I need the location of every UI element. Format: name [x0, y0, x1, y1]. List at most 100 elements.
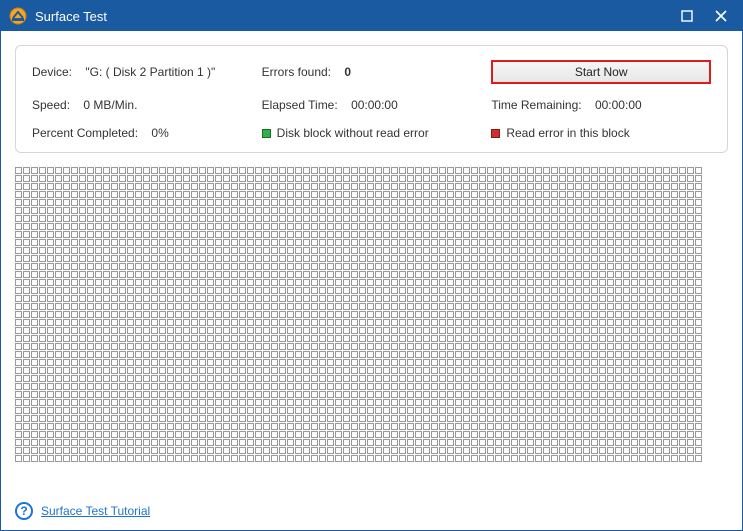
- disk-block: [239, 431, 246, 438]
- help-icon[interactable]: ?: [15, 502, 33, 520]
- disk-block: [663, 367, 670, 374]
- disk-block: [231, 279, 238, 286]
- disk-block: [431, 359, 438, 366]
- disk-block: [335, 279, 342, 286]
- disk-block: [223, 351, 230, 358]
- disk-block: [247, 351, 254, 358]
- disk-block: [383, 431, 390, 438]
- disk-block: [455, 287, 462, 294]
- disk-block: [367, 327, 374, 334]
- disk-block: [255, 431, 262, 438]
- disk-block: [503, 319, 510, 326]
- disk-block: [39, 311, 46, 318]
- disk-block: [23, 255, 30, 262]
- disk-block: [271, 319, 278, 326]
- disk-block: [327, 175, 334, 182]
- disk-block: [239, 303, 246, 310]
- disk-block: [71, 223, 78, 230]
- disk-block: [215, 391, 222, 398]
- disk-block: [471, 399, 478, 406]
- tutorial-link[interactable]: Surface Test Tutorial: [41, 504, 150, 518]
- disk-block: [607, 391, 614, 398]
- disk-block: [255, 295, 262, 302]
- disk-block: [71, 399, 78, 406]
- disk-block: [487, 375, 494, 382]
- titlebar[interactable]: Surface Test: [1, 1, 742, 31]
- disk-block: [95, 279, 102, 286]
- disk-block: [399, 359, 406, 366]
- disk-block: [559, 231, 566, 238]
- disk-block: [335, 367, 342, 374]
- disk-block: [583, 391, 590, 398]
- disk-block: [111, 287, 118, 294]
- disk-block: [631, 407, 638, 414]
- disk-block: [199, 175, 206, 182]
- disk-block: [631, 311, 638, 318]
- disk-block: [255, 335, 262, 342]
- disk-block: [551, 335, 558, 342]
- disk-block: [215, 175, 222, 182]
- disk-block: [583, 247, 590, 254]
- disk-block: [511, 383, 518, 390]
- disk-block: [327, 191, 334, 198]
- disk-block: [119, 351, 126, 358]
- disk-block: [167, 223, 174, 230]
- disk-block: [311, 279, 318, 286]
- disk-block: [55, 423, 62, 430]
- remaining-value: 00:00:00: [595, 98, 642, 112]
- disk-block: [127, 399, 134, 406]
- disk-block: [263, 455, 270, 462]
- disk-block: [639, 175, 646, 182]
- disk-block: [343, 407, 350, 414]
- maximize-button[interactable]: [670, 4, 704, 28]
- disk-block: [631, 199, 638, 206]
- disk-block: [391, 423, 398, 430]
- disk-block: [71, 207, 78, 214]
- start-now-button[interactable]: Start Now: [491, 60, 711, 84]
- disk-block: [575, 335, 582, 342]
- disk-block: [591, 263, 598, 270]
- disk-block: [575, 399, 582, 406]
- disk-block: [343, 423, 350, 430]
- disk-block: [119, 455, 126, 462]
- disk-block: [287, 447, 294, 454]
- disk-block: [39, 175, 46, 182]
- disk-block: [175, 311, 182, 318]
- disk-block: [327, 295, 334, 302]
- disk-block: [23, 303, 30, 310]
- disk-block: [479, 447, 486, 454]
- disk-block: [471, 271, 478, 278]
- disk-block: [623, 447, 630, 454]
- disk-block: [455, 415, 462, 422]
- disk-block: [63, 215, 70, 222]
- disk-block: [255, 223, 262, 230]
- disk-block: [247, 391, 254, 398]
- disk-block: [647, 231, 654, 238]
- info-panel: Device: "G: ( Disk 2 Partition 1 )" Erro…: [15, 45, 728, 153]
- disk-block: [343, 447, 350, 454]
- disk-block: [103, 279, 110, 286]
- disk-block: [143, 367, 150, 374]
- disk-block: [663, 239, 670, 246]
- disk-block: [407, 207, 414, 214]
- disk-block: [695, 183, 702, 190]
- disk-block: [527, 367, 534, 374]
- disk-block: [207, 319, 214, 326]
- disk-block: [479, 407, 486, 414]
- disk-block: [455, 263, 462, 270]
- disk-block: [119, 255, 126, 262]
- disk-block: [375, 391, 382, 398]
- disk-block: [439, 279, 446, 286]
- disk-block: [551, 287, 558, 294]
- disk-block: [463, 383, 470, 390]
- disk-block: [311, 239, 318, 246]
- disk-block: [415, 311, 422, 318]
- disk-block: [431, 375, 438, 382]
- disk-block: [599, 343, 606, 350]
- close-button[interactable]: [704, 4, 738, 28]
- disk-block: [287, 439, 294, 446]
- disk-block: [167, 239, 174, 246]
- disk-block: [527, 271, 534, 278]
- disk-block: [519, 263, 526, 270]
- disk-block: [191, 255, 198, 262]
